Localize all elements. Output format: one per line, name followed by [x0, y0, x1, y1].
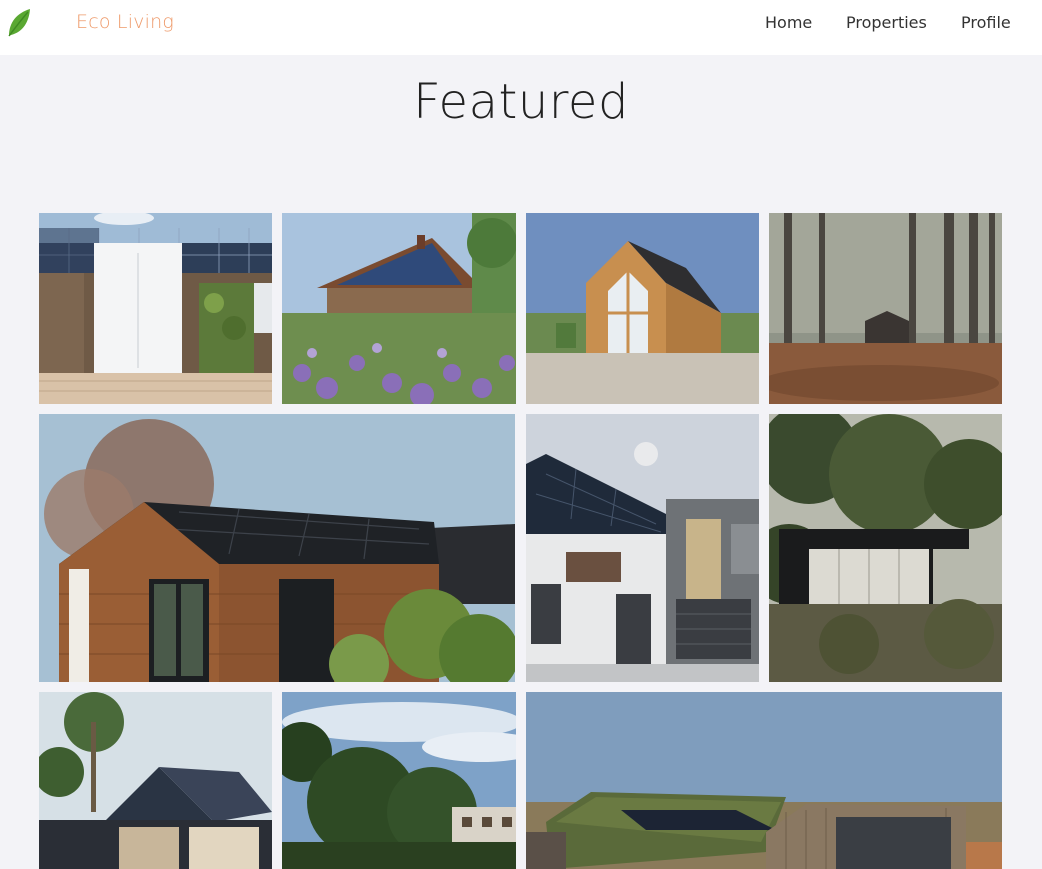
nav-home[interactable]: Home — [765, 13, 812, 32]
navbar: Eco Living Home Properties Profile — [0, 0, 1042, 55]
property-image[interactable] — [39, 692, 272, 869]
property-image[interactable] — [39, 414, 515, 682]
page-title: Featured — [413, 74, 629, 130]
property-image[interactable] — [282, 213, 516, 404]
brand-name[interactable]: Eco Living — [76, 11, 174, 33]
property-image[interactable] — [769, 213, 1002, 404]
property-image[interactable] — [526, 213, 759, 404]
property-image[interactable] — [769, 414, 1002, 682]
nav-properties[interactable]: Properties — [846, 13, 927, 32]
property-image[interactable] — [526, 692, 1002, 869]
property-image[interactable] — [526, 414, 759, 682]
leaf-icon[interactable] — [7, 8, 31, 38]
property-image[interactable] — [39, 213, 272, 404]
property-image[interactable] — [282, 692, 516, 869]
nav-profile[interactable]: Profile — [961, 13, 1011, 32]
